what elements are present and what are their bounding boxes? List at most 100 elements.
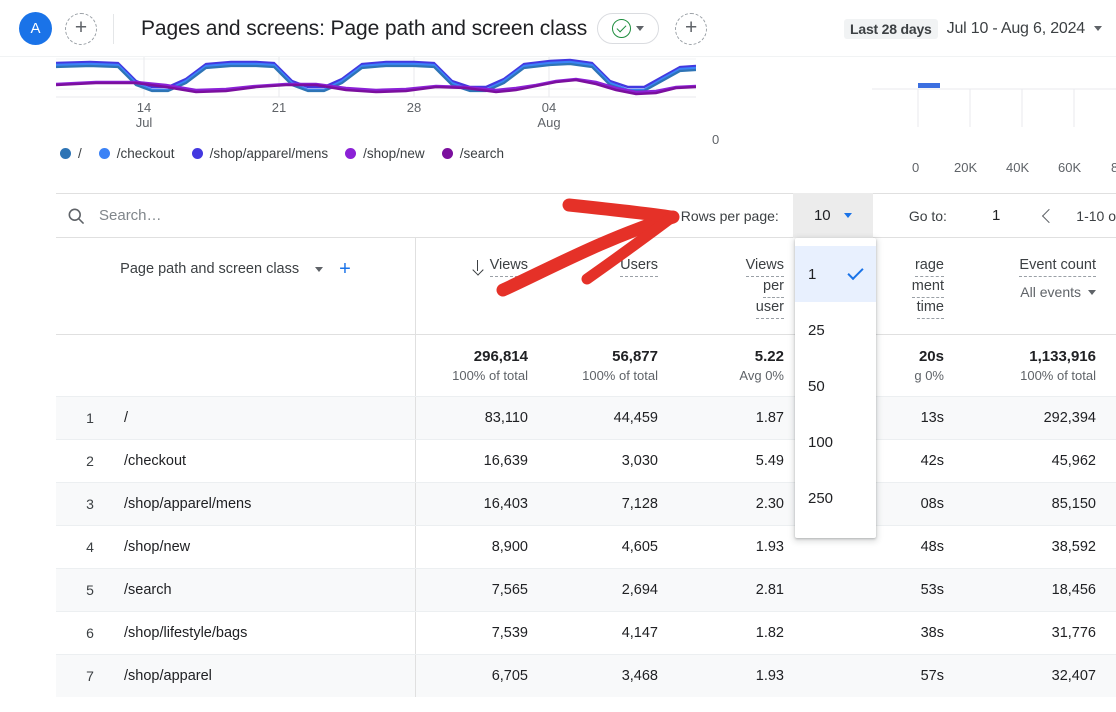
column-header-label: Users <box>620 256 658 277</box>
add-comparison-button[interactable]: + <box>675 13 707 45</box>
legend-item[interactable]: /shop/new <box>345 146 425 161</box>
row-views: 16,639 <box>416 440 548 482</box>
row-views: 8,900 <box>416 526 548 568</box>
column-header-users[interactable]: Users <box>548 238 678 334</box>
search-input[interactable] <box>99 207 639 224</box>
row-views-per-user: 1.93 <box>678 526 804 568</box>
table-toolbar: Rows per page: 10 Go to: 1 1-10 o <box>56 193 1116 238</box>
row-views-per-user: 1.82 <box>678 612 804 654</box>
table-row[interactable]: 4/shop/new 8,900 4,605 1.93 48s 38,592 <box>56 525 1116 568</box>
row-index: 3 <box>56 483 124 525</box>
data-table: Page path and screen class + Views Users… <box>56 238 1116 697</box>
bar-x-tick-2: 40K <box>1006 160 1029 175</box>
line-chart[interactable]: 14 Jul 21 28 04 Aug <box>56 57 696 157</box>
table-row[interactable]: 6/shop/lifestyle/bags 7,539 4,147 1.82 3… <box>56 611 1116 654</box>
rows-per-page-dropdown-menu[interactable]: 1 25 50 100 250 <box>795 238 876 538</box>
app-header: A + Pages and screens: Page path and scr… <box>0 0 1116 57</box>
legend-item[interactable]: /shop/apparel/mens <box>192 146 329 161</box>
bar-chart-svg <box>872 57 1116 157</box>
legend-color-dot-icon <box>442 148 453 159</box>
event-filter-select[interactable]: All events <box>1020 284 1096 300</box>
row-users: 4,147 <box>548 612 678 654</box>
table-row[interactable]: 5/search 7,565 2,694 2.81 53s 18,456 <box>56 568 1116 611</box>
row-page-path[interactable]: / <box>124 397 415 439</box>
row-page-path[interactable]: /shop/apparel/mens <box>124 483 415 525</box>
x-axis-tick-0: 14 Jul <box>124 100 164 130</box>
row-avg-engagement: 53s <box>804 569 964 611</box>
chevron-down-icon <box>1088 290 1096 295</box>
row-page-path[interactable]: /shop/lifestyle/bags <box>124 612 415 654</box>
row-users: 4,605 <box>548 526 678 568</box>
row-views-per-user: 5.49 <box>678 440 804 482</box>
row-event-count: 31,776 <box>964 612 1116 654</box>
bar-chart[interactable]: 0 20K 40K 60K 8 <box>872 57 1116 157</box>
page-title: Pages and screens: Page path and screen … <box>141 17 587 41</box>
table-row[interactable]: 7/shop/apparel 6,705 3,468 1.93 57s 32,4… <box>56 654 1116 697</box>
legend-item[interactable]: /search <box>442 146 504 161</box>
row-page-path[interactable]: /checkout <box>124 440 415 482</box>
bar-x-tick-0: 0 <box>912 160 919 175</box>
row-event-count: 32,407 <box>964 655 1116 697</box>
column-header-views[interactable]: Views <box>416 238 548 334</box>
bar-x-tick-4: 8 <box>1111 160 1116 175</box>
arrow-down-icon <box>472 260 483 273</box>
table-row[interactable]: 3/shop/apparel/mens 16,403 7,128 2.30 08… <box>56 482 1116 525</box>
dropdown-option-250[interactable]: 250 <box>795 470 876 526</box>
chevron-down-icon <box>636 26 644 31</box>
search-box[interactable] <box>66 206 639 226</box>
rows-per-page-label: Rows per page: <box>681 208 779 224</box>
table-header-row: Page path and screen class + Views Users… <box>56 238 1116 334</box>
row-page-path[interactable]: /shop/apparel <box>124 655 415 697</box>
save-status-button[interactable] <box>597 13 659 44</box>
legend-label: /checkout <box>117 146 175 161</box>
row-event-count: 85,150 <box>964 483 1116 525</box>
search-icon <box>66 206 86 226</box>
legend-item[interactable]: /checkout <box>99 146 175 161</box>
dropdown-option-100[interactable]: 100 <box>795 414 876 470</box>
go-to-input[interactable]: 1 <box>992 207 1000 224</box>
row-index: 1 <box>56 397 124 439</box>
chevron-down-icon[interactable] <box>315 267 323 272</box>
dropdown-option-1[interactable]: 1 <box>795 246 876 302</box>
table-row[interactable]: 2/checkout 16,639 3,030 5.49 42s 45,962 <box>56 439 1116 482</box>
totals-users: 56,877 100% of total <box>548 335 678 396</box>
dropdown-option-label: 1 <box>808 266 816 283</box>
legend-item[interactable]: / <box>60 146 82 161</box>
chevron-down-icon <box>844 213 852 218</box>
dropdown-option-label: 50 <box>808 378 825 395</box>
dropdown-option-50[interactable]: 50 <box>795 358 876 414</box>
row-views: 16,403 <box>416 483 548 525</box>
totals-event-count: 1,133,916 100% of total <box>964 335 1116 396</box>
check-icon <box>847 264 863 280</box>
table-row[interactable]: 1/ 83,110 44,459 1.87 13s 292,394 <box>56 396 1116 439</box>
column-header-views-per-user[interactable]: Views per user <box>678 238 804 334</box>
row-views: 83,110 <box>416 397 548 439</box>
add-account-button[interactable]: + <box>65 13 97 45</box>
chevron-left-icon[interactable] <box>1042 208 1056 222</box>
rows-per-page-select[interactable]: 10 <box>793 193 873 238</box>
add-dimension-icon[interactable]: + <box>339 259 351 279</box>
row-users: 7,128 <box>548 483 678 525</box>
dropdown-option-25[interactable]: 25 <box>795 302 876 358</box>
date-range-picker[interactable]: Last 28 days Jul 10 - Aug 6, 2024 <box>844 19 1102 39</box>
row-users: 2,694 <box>548 569 678 611</box>
plus-icon: + <box>75 17 87 38</box>
legend-color-dot-icon <box>345 148 356 159</box>
legend-label: /search <box>460 146 504 161</box>
row-users: 3,468 <box>548 655 678 697</box>
x-axis-tick-2: 28 <box>394 100 434 115</box>
check-circle-icon <box>612 19 631 38</box>
dimension-header-label[interactable]: Page path and screen class <box>120 261 299 277</box>
row-index: 2 <box>56 440 124 482</box>
x-axis-tick-1: 21 <box>259 100 299 115</box>
row-page-path[interactable]: /search <box>124 569 415 611</box>
row-page-path[interactable]: /shop/new <box>124 526 415 568</box>
avatar[interactable]: A <box>19 12 52 45</box>
column-header-label: Views <box>490 256 528 277</box>
legend-color-dot-icon <box>60 148 71 159</box>
column-header-event-count[interactable]: Event count All events <box>964 238 1116 334</box>
legend-color-dot-icon <box>192 148 203 159</box>
row-avg-engagement: 57s <box>804 655 964 697</box>
row-views: 7,565 <box>416 569 548 611</box>
dimension-header-cell: Page path and screen class + <box>56 238 416 334</box>
